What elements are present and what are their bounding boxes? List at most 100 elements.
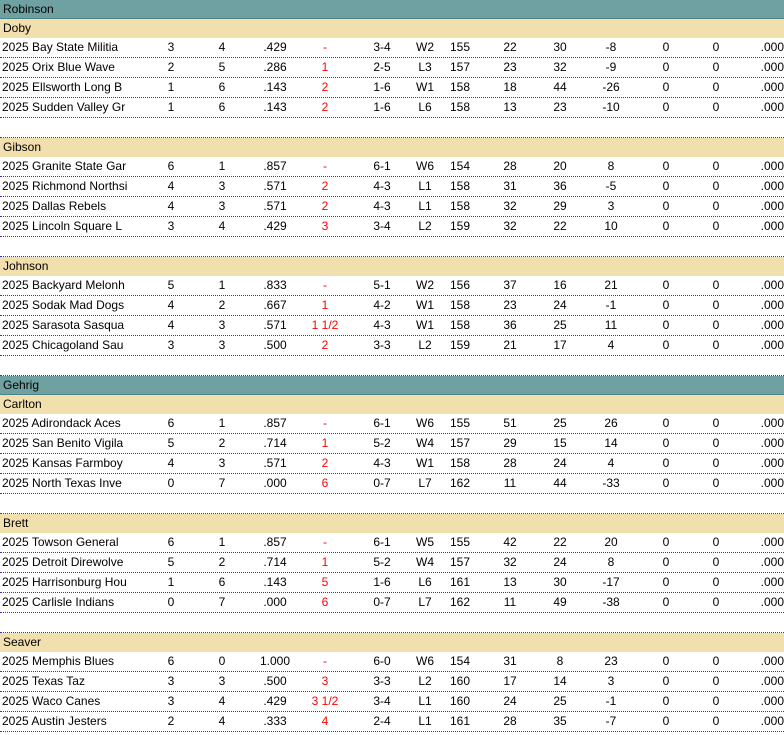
team-row[interactable]: 2025 Texas Taz 3 3 .500 3 3-3 L2 160 17 14 3 0 0 .000 (0, 672, 784, 692)
team-row[interactable]: 2025 San Benito Vigila 5 2 .714 1 5-2 W4 157 29 1… (0, 434, 784, 454)
run-diff-cell: 4 (607, 456, 615, 470)
pct-stat-cell: .000 (760, 714, 784, 728)
section-spacer (0, 237, 784, 257)
conference-header: Gehrig (0, 376, 784, 395)
team-row[interactable]: 2025 Adirondack Aces 6 1 .857 - 6-1 W6 155 51 25 2… (0, 414, 784, 434)
losses-cell: 5 (218, 60, 226, 74)
team-row[interactable]: 2025 Austin Jesters 2 4 .333 4 2-4 L1 161 28 35 -7… (0, 712, 784, 732)
stat-cell: 0 (712, 60, 720, 74)
stat-cell: 0 (712, 179, 720, 193)
team-name-cell[interactable]: 2025 Richmond Northsi (2, 177, 146, 196)
run-diff-cell: 8 (607, 159, 615, 173)
team-name-cell[interactable]: 2025 North Texas Inve (2, 474, 146, 493)
run-diff-cell: 23 (604, 654, 618, 668)
runs-against-cell: 25 (553, 694, 567, 708)
team-name-cell[interactable]: 2025 Orix Blue Wave (2, 58, 146, 77)
team-row[interactable]: 2025 Sudden Valley Gr 1 6 .143 2 1-6 L6 158 13 23… (0, 98, 784, 118)
team-name-cell[interactable]: 2025 Chicagoland Sau (2, 336, 146, 355)
team-name-cell[interactable]: 2025 Sodak Mad Dogs (2, 296, 146, 315)
standings-table: Robinson Doby 2025 Bay State Militia 3 4 .429… (0, 0, 784, 732)
pct-stat-cell: .000 (760, 456, 784, 470)
team-row[interactable]: 2025 Memphis Blues 6 0 1.000 - 6-0 W6 154 31 8 23 0… (0, 652, 784, 672)
games-behind-cell: - (323, 416, 327, 430)
team-row[interactable]: 2025 Kansas Farmboy 4 3 .571 2 4-3 W1 158 28 24 4 0… (0, 454, 784, 474)
wins-cell: 2 (167, 714, 175, 728)
stat-cell: 0 (662, 436, 670, 450)
games-behind-cell: 1 (321, 60, 329, 74)
division-header: Gibson (0, 138, 784, 157)
streak-cell: L1 (418, 199, 432, 213)
losses-cell: 1 (218, 159, 226, 173)
stat-cell: 0 (662, 714, 670, 728)
streak-cell: L7 (418, 476, 432, 490)
win-pct-cell: .429 (263, 219, 287, 233)
team-name-cell[interactable]: 2025 Kansas Farmboy (2, 454, 146, 473)
wins-cell: 4 (167, 298, 175, 312)
team-row[interactable]: 2025 Sodak Mad Dogs 4 2 .667 1 4-2 W1 158 23 24 -1… (0, 296, 784, 316)
team-row[interactable]: 2025 Towson General 6 1 .857 - 6-1 W5 155 42 22 20… (0, 533, 784, 553)
team-name-cell[interactable]: 2025 Detroit Direwolve (2, 553, 146, 572)
number-cell: 157 (449, 60, 471, 74)
team-name-cell[interactable]: 2025 Lincoln Square L (2, 217, 146, 236)
win-pct-cell: .714 (263, 555, 287, 569)
games-behind-cell: 6 (321, 595, 329, 609)
streak-cell: W1 (416, 80, 434, 94)
team-name-cell[interactable]: 2025 Waco Canes (2, 692, 146, 711)
division-record-cell: 6-1 (373, 159, 391, 173)
run-diff-cell: -33 (602, 476, 620, 490)
team-row[interactable]: 2025 Backyard Melonh 5 1 .833 - 5-1 W2 156 37 16 2… (0, 276, 784, 296)
win-pct-cell: .333 (263, 714, 287, 728)
team-row[interactable]: 2025 Harrisonburg Hou 1 6 .143 5 1-6 L6 161 13 30… (0, 573, 784, 593)
games-behind-cell: - (323, 654, 327, 668)
team-row[interactable]: 2025 Carlisle Indians 0 7 .000 6 0-7 L7 162 11 49… (0, 593, 784, 613)
streak-cell: W4 (416, 436, 434, 450)
team-name-cell[interactable]: 2025 Dallas Rebels (2, 197, 146, 216)
losses-cell: 1 (218, 416, 226, 430)
team-name-cell[interactable]: 2025 Towson General (2, 533, 146, 552)
team-row[interactable]: 2025 North Texas Inve 0 7 .000 6 0-7 L7 162 11 44… (0, 474, 784, 494)
streak-cell: W6 (416, 159, 434, 173)
team-row[interactable]: 2025 Detroit Direwolve 5 2 .714 1 5-2 W4 157 32 2… (0, 553, 784, 573)
win-pct-cell: .571 (263, 456, 287, 470)
team-name-cell[interactable]: 2025 Harrisonburg Hou (2, 573, 146, 592)
streak-cell: L2 (418, 338, 432, 352)
team-row[interactable]: 2025 Bay State Militia 3 4 .429 - 3-4 W2 155 22 3… (0, 38, 784, 58)
team-row[interactable]: 2025 Dallas Rebels 4 3 .571 2 4-3 L1 158 32 29 3 0 0… (0, 197, 784, 217)
runs-for-cell: 28 (503, 159, 517, 173)
team-row[interactable]: 2025 Richmond Northsi 4 3 .571 2 4-3 L1 158 31 36… (0, 177, 784, 197)
pct-stat-cell: .000 (760, 298, 784, 312)
team-name-cell[interactable]: 2025 Granite State Gar (2, 157, 146, 176)
games-behind-cell: - (323, 535, 327, 549)
pct-stat-cell: .000 (760, 575, 784, 589)
team-row[interactable]: 2025 Lincoln Square L 3 4 .429 3 3-4 L2 159 32 22… (0, 217, 784, 237)
streak-cell: L1 (418, 179, 432, 193)
team-name-cell[interactable]: 2025 Ellsworth Long B (2, 78, 146, 97)
pct-stat-cell: .000 (760, 595, 784, 609)
runs-for-cell: 13 (503, 575, 517, 589)
team-name-cell[interactable]: 2025 Backyard Melonh (2, 276, 146, 295)
team-row[interactable]: 2025 Sarasota Sasqua 4 3 .571 1 1/2 4-3 W1 158 3… (0, 316, 784, 336)
team-name-cell[interactable]: 2025 Austin Jesters (2, 712, 146, 731)
team-name-cell[interactable]: 2025 Texas Taz (2, 672, 146, 691)
team-row[interactable]: 2025 Granite State Gar 6 1 .857 - 6-1 W6 154 28 2… (0, 157, 784, 177)
team-row[interactable]: 2025 Chicagoland Sau 3 3 .500 2 3-3 L2 159 21 17 4… (0, 336, 784, 356)
pct-stat-cell: .000 (760, 278, 784, 292)
division-record-cell: 2-5 (373, 60, 391, 74)
team-name-cell[interactable]: 2025 Carlisle Indians (2, 593, 146, 612)
team-name-cell[interactable]: 2025 Sarasota Sasqua (2, 316, 146, 335)
team-name-cell[interactable]: 2025 Adirondack Aces (2, 414, 146, 433)
team-row[interactable]: 2025 Orix Blue Wave 2 5 .286 1 2-5 L3 157 23 32 -9… (0, 58, 784, 78)
division-record-cell: 4-3 (373, 179, 391, 193)
stat-cell: 0 (662, 694, 670, 708)
team-name-cell[interactable]: 2025 Memphis Blues (2, 652, 146, 671)
team-name-cell[interactable]: 2025 Sudden Valley Gr (2, 98, 146, 117)
team-name-cell[interactable]: 2025 Bay State Militia (2, 38, 146, 57)
stat-cell: 0 (662, 575, 670, 589)
stat-cell: 0 (662, 318, 670, 332)
team-row[interactable]: 2025 Ellsworth Long B 1 6 .143 2 1-6 W1 158 18 44… (0, 78, 784, 98)
team-name-cell[interactable]: 2025 San Benito Vigila (2, 434, 146, 453)
division-record-cell: 1-6 (373, 575, 391, 589)
team-row[interactable]: 2025 Waco Canes 3 4 .429 3 1/2 3-4 L1 160 24 25 -1… (0, 692, 784, 712)
number-cell: 159 (449, 338, 471, 352)
stat-cell: 0 (712, 80, 720, 94)
